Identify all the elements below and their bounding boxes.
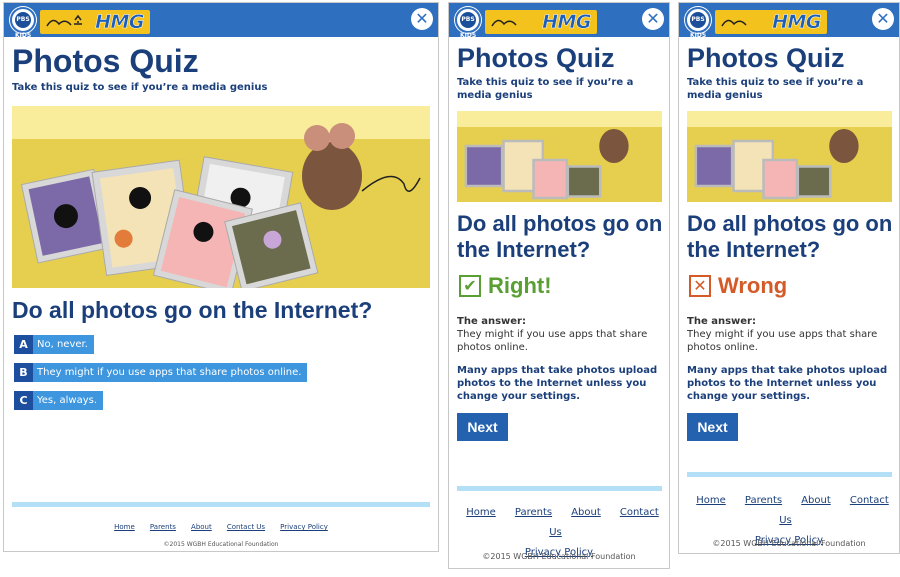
answer-body: They might if you use apps that share ph… <box>687 329 878 353</box>
hmg-logo[interactable]: HMG <box>715 10 827 34</box>
answer-text: No, never. <box>33 335 94 354</box>
answer-text: Yes, always. <box>33 391 104 410</box>
result-right: ✔ Right! <box>459 273 552 299</box>
page-subtitle: Take this quiz to see if you’re a media … <box>687 77 864 101</box>
cat-doodle-icon <box>721 19 747 27</box>
page-subtitle: Take this quiz to see if you’re a media … <box>457 77 634 101</box>
x-mark-icon: ✕ <box>689 275 711 297</box>
next-button[interactable]: Next <box>457 413 508 441</box>
pbs-kids-logo[interactable]: PBS KIDS <box>685 7 711 39</box>
page-title: Photos Quiz <box>687 43 845 73</box>
copyright: ©2015 WGBH Educational Foundation <box>712 539 866 548</box>
cat-doodle-icon <box>46 14 82 27</box>
pbs-kids-logo[interactable]: PBS KIDS <box>10 7 36 39</box>
footer-divider <box>687 472 892 477</box>
close-button[interactable]: ✕ <box>872 8 894 30</box>
quiz-hero-image <box>12 106 430 288</box>
footer-link-privacy[interactable]: Privacy Policy <box>280 523 328 531</box>
pbs-kids-logo-text: PBS KIDS <box>15 12 31 39</box>
answer-label: The answer: <box>687 316 756 327</box>
result-label: Wrong <box>718 273 788 298</box>
answer-option-a[interactable]: A No, never. <box>14 335 94 354</box>
footer-link-parents[interactable]: Parents <box>515 507 552 518</box>
close-button[interactable]: ✕ <box>642 8 664 30</box>
cats-and-mouse-illustration <box>464 129 629 200</box>
page-subtitle: Take this quiz to see if you’re a media … <box>12 82 268 93</box>
hmg-logo-text: HMG <box>772 11 822 34</box>
quiz-question-panel: PBS KIDS HMG ✕ Photos Quiz Take this qui… <box>3 2 439 552</box>
copyright: ©2015 WGBH Educational Foundation <box>163 541 279 548</box>
answer-label: The answer: <box>457 316 526 327</box>
result-wrong: ✕ Wrong <box>689 273 787 299</box>
quiz-hero-image <box>457 111 662 202</box>
footer-link-about[interactable]: About <box>191 523 212 531</box>
result-label: Right! <box>488 273 552 298</box>
pbs-kids-logo-text: PBS KIDS <box>460 12 476 39</box>
footer-link-home[interactable]: Home <box>114 523 135 531</box>
footer-links: Home Parents About Contact Us Privacy Po… <box>4 514 438 533</box>
answer-option-b[interactable]: B They might if you use apps that share … <box>14 363 308 382</box>
footer-link-contact[interactable]: Contact Us <box>779 495 889 526</box>
pbs-kids-logo[interactable]: PBS KIDS <box>455 7 481 39</box>
cats-and-mouse-illustration <box>694 129 859 200</box>
next-button[interactable]: Next <box>687 413 738 441</box>
answer-text: They might if you use apps that share ph… <box>33 363 308 382</box>
page-title: Photos Quiz <box>12 43 199 79</box>
answer-letter: A <box>14 335 33 354</box>
close-button[interactable]: ✕ <box>411 8 433 30</box>
hmg-logo-text: HMG <box>95 11 145 34</box>
copyright: ©2015 WGBH Educational Foundation <box>482 552 636 561</box>
pbs-kids-logo-text: PBS KIDS <box>690 12 706 39</box>
cat-doodle-icon <box>491 19 517 27</box>
footer-link-home[interactable]: Home <box>466 507 496 518</box>
footer-link-contact[interactable]: Contact Us <box>549 507 659 538</box>
answer-explanation: Many apps that take photos upload photos… <box>457 365 658 402</box>
header-bar: PBS KIDS HMG ✕ <box>4 3 438 39</box>
answer-explanation: Many apps that take photos upload photos… <box>687 365 888 402</box>
footer-divider <box>12 502 430 507</box>
header-bar: PBS KIDS HMG ✕ <box>679 3 899 39</box>
footer-divider <box>457 486 662 491</box>
quiz-question: Do all photos go on the Internet? <box>457 211 663 262</box>
quiz-result-wrong-panel: PBS KIDS HMG ✕ Photos Quiz Take this qui… <box>678 2 900 554</box>
hmg-logo[interactable]: HMG <box>40 10 150 34</box>
quiz-hero-image <box>687 111 892 202</box>
page-title: Photos Quiz <box>457 43 615 73</box>
quiz-result-right-panel: PBS KIDS HMG ✕ Photos Quiz Take this qui… <box>448 2 670 569</box>
footer-link-home[interactable]: Home <box>696 495 726 506</box>
checkmark-icon: ✔ <box>459 275 481 297</box>
answer-letter: B <box>14 363 33 382</box>
header-bar: PBS KIDS HMG ✕ <box>449 3 669 39</box>
hmg-logo-text: HMG <box>542 11 592 34</box>
quiz-question: Do all photos go on the Internet? <box>687 211 893 262</box>
quiz-question: Do all photos go on the Internet? <box>12 297 373 323</box>
answer-body: They might if you use apps that share ph… <box>457 329 648 353</box>
hmg-logo[interactable]: HMG <box>485 10 597 34</box>
footer-link-about[interactable]: About <box>801 495 831 506</box>
cats-and-mouse-illustration <box>20 123 421 288</box>
answer-option-c[interactable]: C Yes, always. <box>14 391 104 410</box>
footer-link-parents[interactable]: Parents <box>745 495 782 506</box>
footer-link-about[interactable]: About <box>571 507 601 518</box>
footer-link-contact[interactable]: Contact Us <box>227 523 265 531</box>
footer-links: Home Parents About Contact Us Privacy Po… <box>449 500 669 560</box>
footer-link-parents[interactable]: Parents <box>150 523 176 531</box>
answer-letter: C <box>14 391 33 410</box>
